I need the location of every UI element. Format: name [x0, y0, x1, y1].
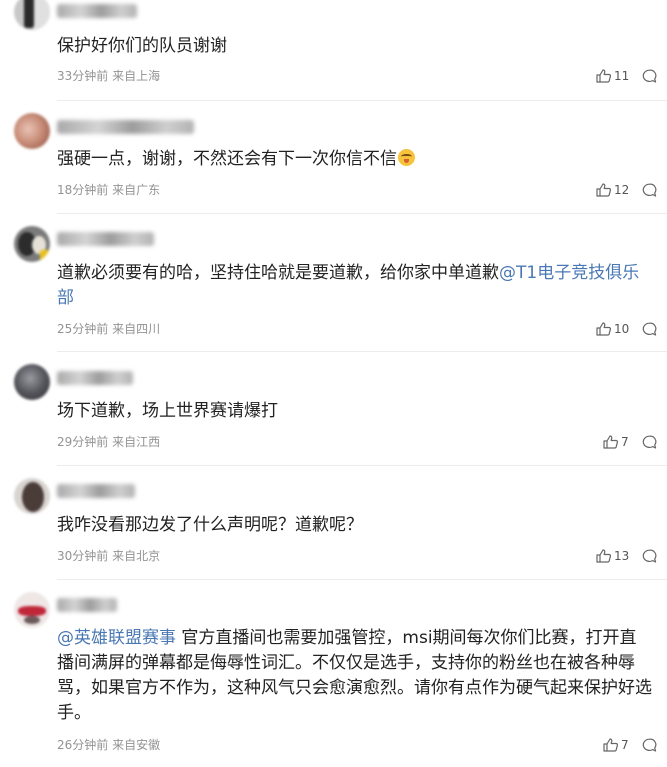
comment-meta: 30分钟前 来自北京 — [57, 548, 160, 564]
comment-location: 来自上海 — [112, 69, 161, 83]
username[interactable] — [57, 232, 154, 246]
comment-item: 我咋没看那边发了什么声明呢？道歉呢？ 30分钟前 来自北京 13 — [0, 466, 667, 580]
comment-location: 来自江西 — [112, 435, 161, 449]
comment-item: @英雄联盟赛事 官方直播间也需要加强管控，msi期间每次你们比赛，打开直播间满屏… — [0, 580, 667, 767]
comment-text: 场下道歉，场上世界赛请爆打 — [57, 401, 278, 421]
thumbs-up-icon — [603, 435, 618, 449]
thumbs-up-icon — [596, 183, 611, 197]
comment-item: 场下道歉，场上世界赛请爆打 29分钟前 来自江西 7 — [0, 352, 667, 466]
like-button[interactable]: 13 — [596, 548, 629, 564]
like-count: 13 — [614, 549, 630, 563]
avatar[interactable] — [14, 592, 50, 628]
comment-item: 强硬一点，谢谢，不然还会有下一次你信不信 18分钟前 来自广东 12 — [0, 101, 667, 214]
thumbs-up-icon — [596, 322, 611, 336]
avatar[interactable] — [14, 478, 50, 514]
username[interactable] — [57, 4, 137, 18]
comment-text: 保护好你们的队员谢谢 — [57, 36, 227, 56]
mention-link[interactable]: @英雄联盟赛事 — [57, 628, 176, 648]
comment-time: 29分钟前 — [57, 435, 109, 449]
username[interactable] — [57, 484, 135, 498]
comment-bubble-icon[interactable] — [642, 322, 657, 337]
comment-text: @英雄联盟赛事 官方直播间也需要加强管控，msi期间每次你们比赛，打开直播间满屏… — [57, 628, 652, 723]
comment-bubble-icon[interactable] — [642, 549, 657, 564]
comment-time: 25分钟前 — [57, 322, 109, 336]
like-count: 7 — [621, 435, 629, 449]
comment-location: 来自广东 — [112, 183, 161, 197]
comment-bubble-icon[interactable] — [642, 69, 657, 84]
like-count: 11 — [614, 69, 630, 83]
avatar[interactable] — [14, 0, 50, 30]
comment-text: 强硬一点，谢谢，不然还会有下一次你信不信 — [57, 147, 653, 172]
grinning-face-emoji — [398, 149, 415, 166]
comment-bubble-icon[interactable] — [642, 738, 657, 753]
comment-location: 来自安徽 — [112, 738, 161, 752]
comment-text: 我咋没看那边发了什么声明呢？道歉呢？ — [57, 515, 363, 535]
like-button[interactable]: 12 — [596, 182, 629, 198]
comment-meta: 25分钟前 来自四川 — [57, 321, 160, 337]
comment-text: 道歉必须要有的哈，坚持住哈就是要道歉，给你家中单道歉@T1电子竞技俱乐部 — [57, 263, 640, 308]
avatar[interactable] — [14, 364, 50, 400]
like-count: 7 — [621, 738, 629, 752]
thumbs-up-icon — [596, 549, 611, 563]
comment-meta: 26分钟前 来自安徽 — [57, 737, 160, 753]
username[interactable] — [57, 120, 194, 134]
like-button[interactable]: 10 — [596, 321, 629, 337]
comment-bubble-icon[interactable] — [642, 435, 657, 450]
comment-item: 道歉必须要有的哈，坚持住哈就是要道歉，给你家中单道歉@T1电子竞技俱乐部 25分… — [0, 214, 667, 352]
comment-time: 33分钟前 — [57, 69, 109, 83]
like-button[interactable]: 11 — [596, 68, 629, 84]
avatar[interactable] — [14, 113, 50, 149]
comment-time: 26分钟前 — [57, 738, 109, 752]
thumbs-up-icon — [596, 69, 611, 83]
comment-location: 来自四川 — [112, 322, 161, 336]
comment-meta: 18分钟前 来自广东 — [57, 182, 160, 198]
comment-location: 来自北京 — [112, 549, 161, 563]
thumbs-up-icon — [603, 738, 618, 752]
like-count: 12 — [614, 183, 630, 197]
comment-bubble-icon[interactable] — [642, 183, 657, 198]
username[interactable] — [57, 598, 117, 612]
like-button[interactable]: 7 — [603, 434, 629, 450]
avatar[interactable] — [14, 226, 50, 262]
like-count: 10 — [614, 322, 630, 336]
comment-time: 18分钟前 — [57, 183, 109, 197]
comment-meta: 29分钟前 来自江西 — [57, 434, 160, 450]
comment-meta: 33分钟前 来自上海 — [57, 68, 160, 84]
comment-item: 保护好你们的队员谢谢 33分钟前 来自上海 11 — [0, 0, 667, 101]
like-button[interactable]: 7 — [603, 737, 629, 753]
comment-time: 30分钟前 — [57, 549, 109, 563]
username[interactable] — [57, 371, 133, 385]
